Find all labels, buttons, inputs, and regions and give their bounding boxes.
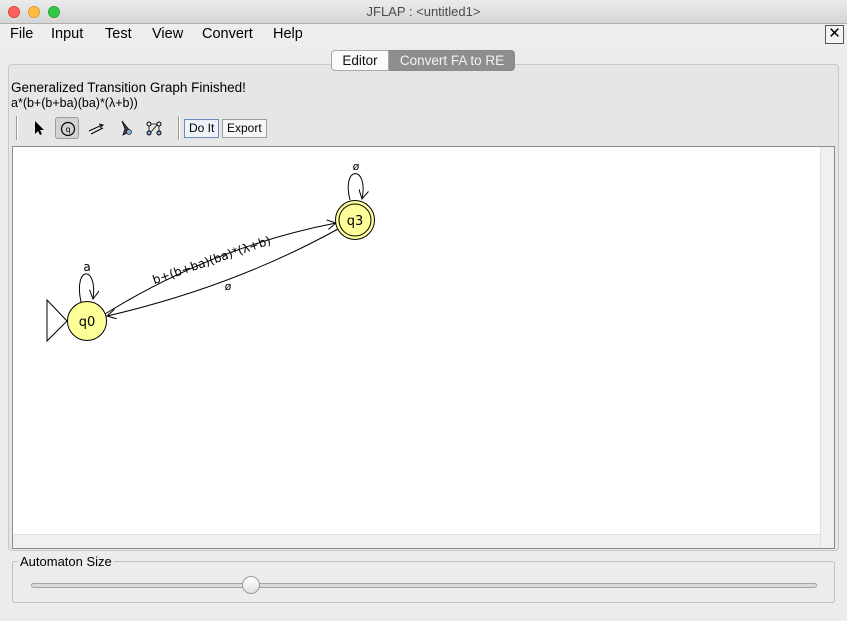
state-label-q3: q3 xyxy=(347,214,364,229)
state-creator-icon[interactable]: q xyxy=(55,117,79,139)
initial-state-marker-icon xyxy=(46,298,68,343)
toolbar: q Do It Export xyxy=(14,114,834,142)
menu-view[interactable]: View xyxy=(152,26,183,42)
status-message: Generalized Transition Graph Finished! xyxy=(11,80,246,95)
deleter-icon[interactable] xyxy=(113,117,137,139)
vertical-scrollbar[interactable] xyxy=(820,147,834,548)
self-loop-q0[interactable] xyxy=(79,273,93,303)
close-tab-button[interactable]: ✕ xyxy=(825,25,844,44)
tab-bar: Editor Convert FA to RE xyxy=(331,50,515,71)
transition-q3-q0[interactable] xyxy=(107,228,339,316)
tab-editor[interactable]: Editor xyxy=(331,50,389,71)
self-loop-label-q3[interactable]: ø xyxy=(353,160,360,173)
menu-test[interactable]: Test xyxy=(105,26,132,42)
regex-result: a*(b+(b+ba)(ba)*(λ+b)) xyxy=(11,96,138,110)
transition-label-q3-q0[interactable]: ø xyxy=(225,280,232,293)
horizontal-scrollbar[interactable] xyxy=(13,534,820,548)
transition-creator-icon[interactable] xyxy=(84,117,108,139)
svg-text:q: q xyxy=(65,125,70,134)
automaton-size-slider[interactable] xyxy=(31,583,817,588)
transition-label-q0-q3[interactable]: b+(b+ba)(ba)*(λ+b) xyxy=(151,233,273,287)
window-title: JFLAP : <untitled1> xyxy=(366,4,481,19)
toolbar-grip[interactable] xyxy=(16,116,18,140)
menu-help[interactable]: Help xyxy=(273,26,303,42)
attribute-editor-icon[interactable] xyxy=(26,117,50,139)
do-it-button[interactable]: Do It xyxy=(184,119,220,138)
automaton-size-label: Automaton Size xyxy=(18,554,114,569)
export-button[interactable]: Export xyxy=(222,119,267,138)
self-loop-label-q0[interactable]: a xyxy=(83,260,90,274)
toolbar-separator xyxy=(178,116,180,140)
tab-convert-fa-to-re[interactable]: Convert FA to RE xyxy=(389,50,515,71)
automaton-size-group xyxy=(12,561,835,603)
automaton-graph[interactable]: b+(b+ba)(ba)*(λ+b) ø a ø q0 q3 xyxy=(13,147,820,534)
menu-input[interactable]: Input xyxy=(51,26,83,42)
automaton-size-slider-thumb[interactable] xyxy=(242,576,261,594)
self-loop-q3[interactable] xyxy=(347,173,363,201)
menu-convert[interactable]: Convert xyxy=(202,26,253,42)
transition-q0-q3[interactable] xyxy=(104,223,336,315)
window-titlebar: JFLAP : <untitled1> xyxy=(0,0,847,24)
menu-bar: File Input Test View Convert Help xyxy=(0,24,847,46)
state-label-q0: q0 xyxy=(79,315,96,330)
collapse-icon[interactable] xyxy=(142,117,166,139)
automaton-canvas[interactable]: b+(b+ba)(ba)*(λ+b) ø a ø q0 q3 xyxy=(12,146,835,549)
menu-file[interactable]: File xyxy=(10,26,33,42)
